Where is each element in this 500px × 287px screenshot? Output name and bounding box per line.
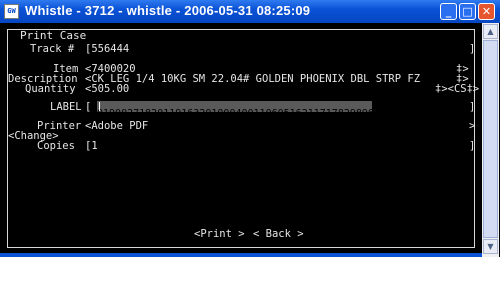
print-button[interactable]: <Print > [194, 228, 245, 240]
scroll-thumb[interactable] [483, 40, 498, 238]
quantity-label: Quantity [25, 83, 76, 95]
terminal-window: GW Whistle - 3712 - whistle - 2006-05-31… [0, 0, 500, 257]
copies-field[interactable]: [1 [85, 140, 98, 152]
copies-label: Copies [37, 140, 75, 152]
description-field[interactable]: <CK LEG 1/4 10KG SM 22.04# GOLDEN PHOENI… [85, 73, 420, 85]
printer-field[interactable]: <Adobe PDF [85, 120, 148, 132]
track-label: Track # [30, 43, 75, 55]
window-bottom-border [0, 253, 482, 257]
scroll-down-icon: ▼ [487, 242, 494, 251]
label-field-end: ] [469, 101, 476, 113]
title-bar[interactable]: GW Whistle - 3712 - whistle - 2006-05-31… [0, 0, 500, 23]
panel-title: Print Case [18, 29, 89, 42]
label-input-value: 0190027182011916320100040011060516211717… [97, 108, 380, 119]
minimize-icon: _ [445, 5, 452, 18]
back-button[interactable]: < Back > [253, 228, 304, 240]
print-case-panel: Print Case Track # [556444 ] Item <74000… [7, 29, 479, 248]
vertical-scrollbar[interactable]: ▲ ▼ [482, 23, 499, 257]
maximize-icon: □ [462, 5, 473, 18]
copies-field-end: ] [469, 140, 476, 152]
printer-field-end: > [469, 120, 476, 132]
app-icon: GW [4, 4, 19, 19]
minimize-button[interactable]: _ [440, 3, 457, 20]
scroll-up-icon: ▲ [487, 27, 494, 36]
quantity-field[interactable]: <505.00 [85, 83, 129, 95]
scroll-down-button[interactable]: ▼ [483, 239, 498, 254]
label-field-open: [ [85, 101, 92, 113]
label-input[interactable]: 0190027182011916320100040011060516211717… [97, 101, 380, 119]
track-field-end: ] [469, 43, 476, 55]
track-field[interactable]: [556444 [85, 43, 129, 55]
label-field-label: LABEL [50, 101, 82, 113]
close-icon: ✕ [481, 5, 492, 18]
close-button[interactable]: ✕ [478, 3, 495, 20]
terminal-content: Print Case Track # [556444 ] Item <74000… [4, 23, 480, 253]
quantity-unit-select[interactable]: ‡><CS‡> [435, 83, 479, 95]
maximize-button[interactable]: □ [459, 3, 476, 20]
window-title: Whistle - 3712 - whistle - 2006-05-31 08… [25, 3, 311, 18]
scroll-up-button[interactable]: ▲ [483, 24, 498, 39]
text-cursor [99, 102, 100, 111]
